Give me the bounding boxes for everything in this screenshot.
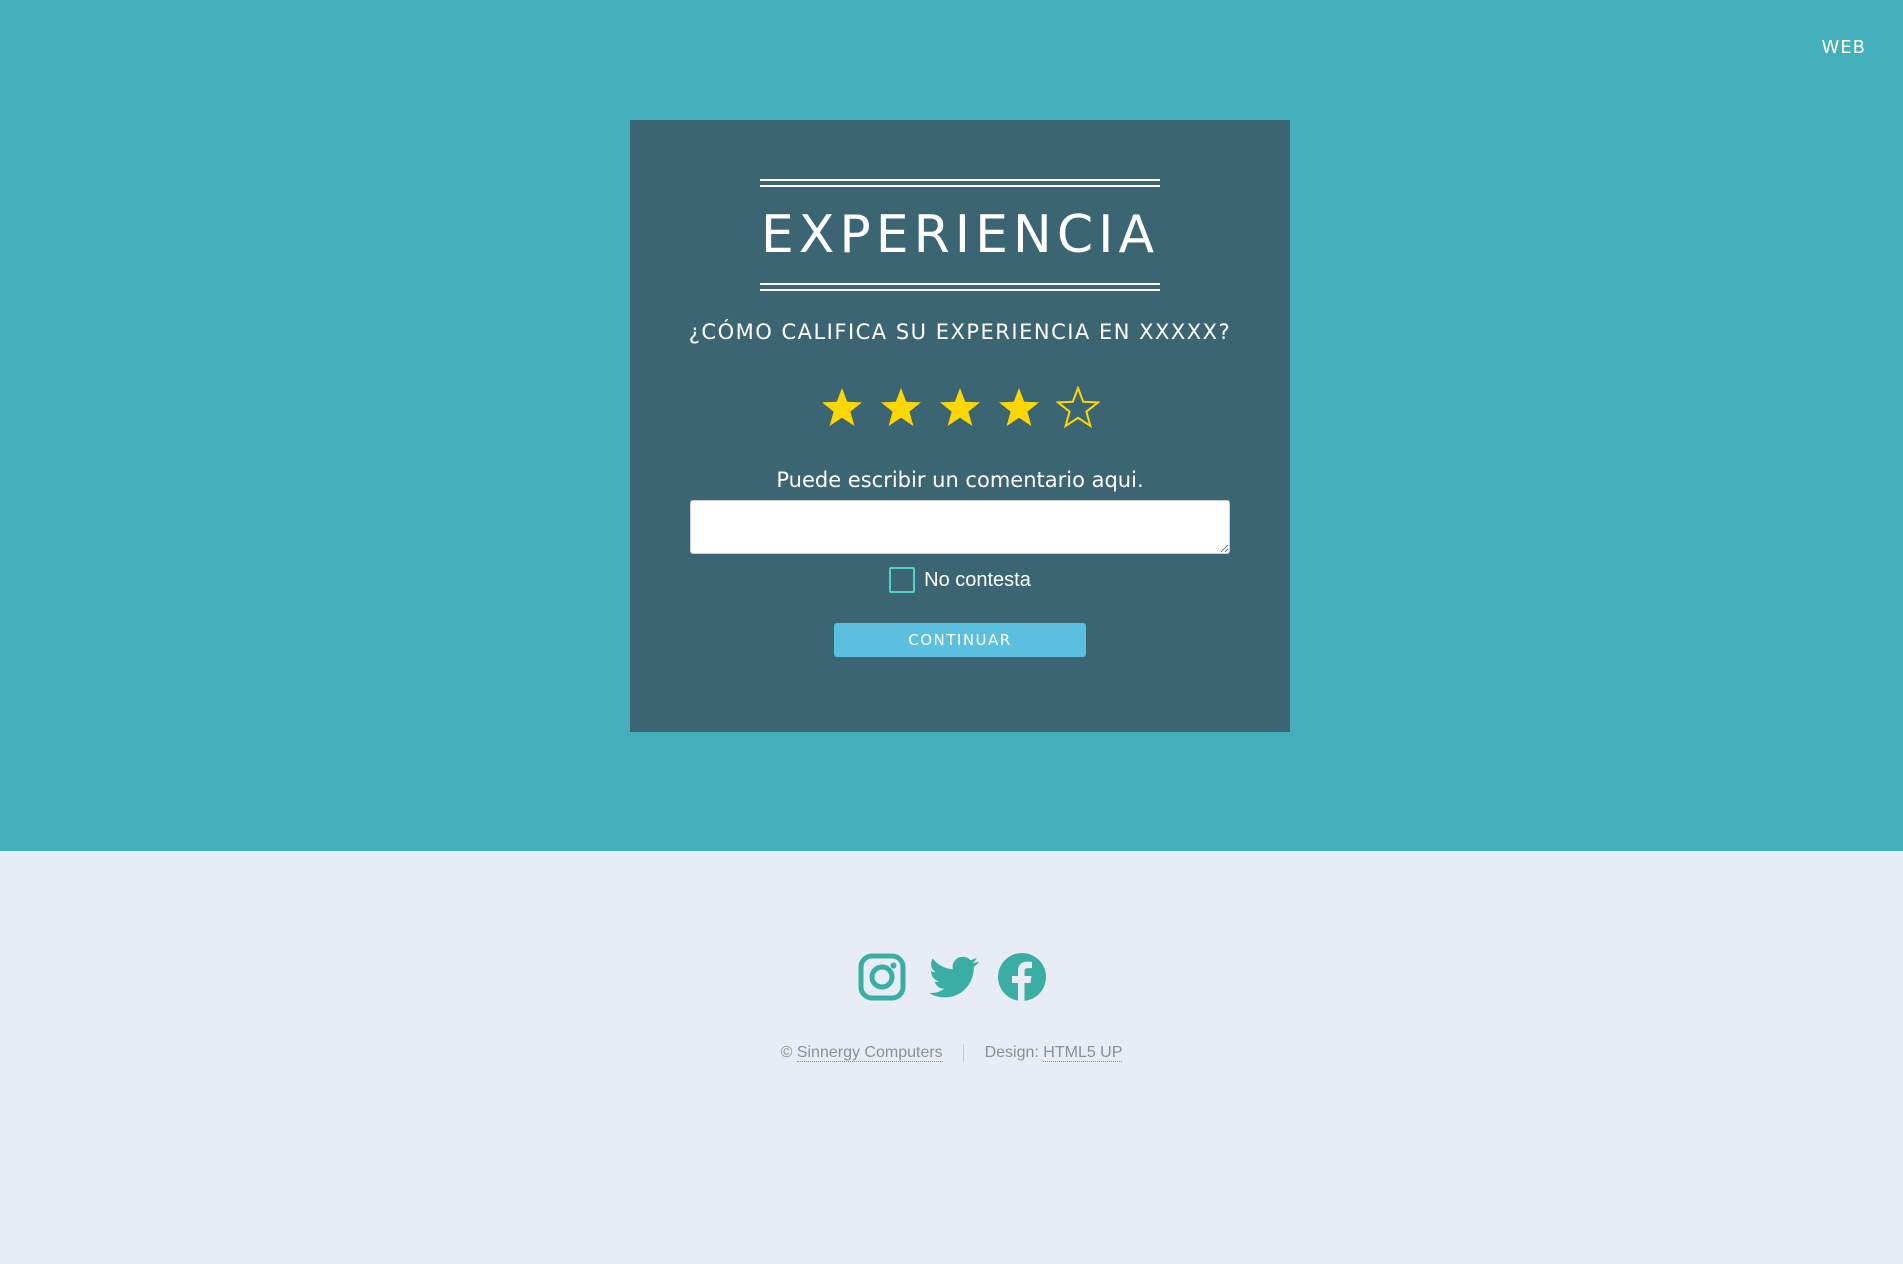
nav-web-link[interactable]: WEB xyxy=(1821,37,1866,58)
social-links xyxy=(0,952,1903,1002)
no-answer-label[interactable]: No contesta xyxy=(924,569,1031,592)
page-title: EXPERIENCIA xyxy=(760,205,1160,265)
design-label: Design: xyxy=(984,1044,1039,1062)
facebook-icon[interactable] xyxy=(997,952,1047,1002)
title-rule-bottom-1 xyxy=(760,283,1160,285)
star-4-icon[interactable] xyxy=(997,386,1041,430)
no-answer-checkbox[interactable] xyxy=(889,567,916,593)
company-link[interactable]: Sinnergy Computers xyxy=(796,1044,943,1063)
title-rule-bottom-2 xyxy=(760,289,1160,291)
continue-button[interactable]: CONTINUAR xyxy=(834,623,1086,657)
comment-textarea[interactable] xyxy=(690,500,1230,554)
title-rule-top-2 xyxy=(760,185,1160,187)
twitter-icon[interactable] xyxy=(927,952,979,1002)
star-rating xyxy=(630,385,1290,434)
comment-label: Puede escribir un comentario aqui. xyxy=(776,468,1144,492)
copyright-symbol: © xyxy=(780,1044,793,1062)
star-3-icon[interactable] xyxy=(938,386,982,430)
hero-section: WEB EXPERIENCIA ¿CÓMO CALIFICA SU EXPERI… xyxy=(0,0,1903,851)
no-answer-row: No contesta xyxy=(630,567,1290,593)
instagram-icon[interactable] xyxy=(857,952,907,1002)
survey-card: EXPERIENCIA ¿CÓMO CALIFICA SU EXPERIENCI… xyxy=(630,120,1290,732)
title-block: EXPERIENCIA xyxy=(760,179,1160,291)
star-2-icon[interactable] xyxy=(879,386,923,430)
star-1-icon[interactable] xyxy=(820,386,864,430)
footer: © Sinnergy Computers Design: HTML5 UP xyxy=(0,1044,1903,1063)
design-link[interactable]: HTML5 UP xyxy=(1043,1044,1123,1063)
star-5-icon[interactable] xyxy=(1055,385,1101,430)
footer-divider xyxy=(963,1044,965,1062)
survey-question: ¿CÓMO CALIFICA SU EXPERIENCIA EN XXXXX? xyxy=(688,320,1232,344)
title-rule-top-1 xyxy=(760,179,1160,181)
